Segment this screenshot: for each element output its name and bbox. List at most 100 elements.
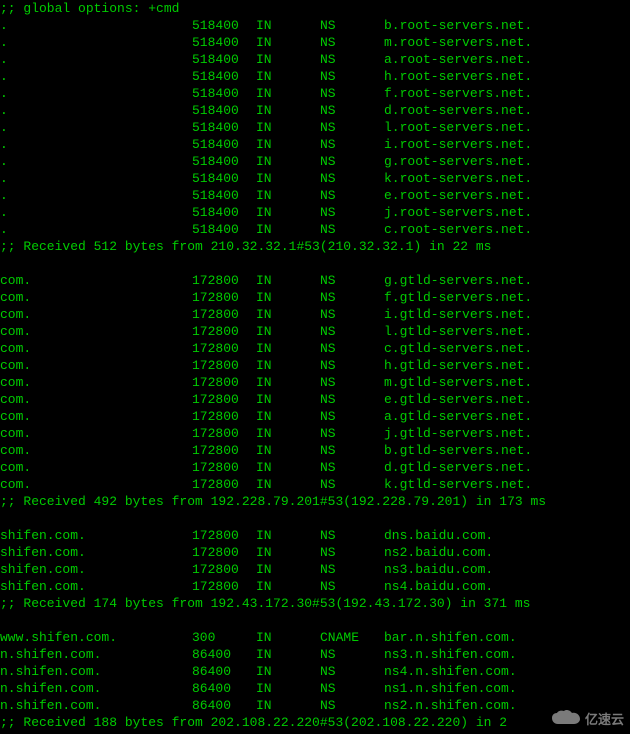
dns-record-row: com.172800INNSa.gtld-servers.net. [0,408,630,425]
dns-record-row: com.172800INNSl.gtld-servers.net. [0,323,630,340]
received-line: ;; Received 174 bytes from 192.43.172.30… [0,595,630,612]
record-name: shifen.com. [0,544,192,561]
dns-record-row: com.172800INNSh.gtld-servers.net. [0,357,630,374]
record-type: NS [320,476,384,493]
record-class: IN [256,119,320,136]
dig-header: ;; global options: +cmd [0,0,630,17]
record-data: l.gtld-servers.net. [384,323,630,340]
record-class: IN [256,136,320,153]
record-ttl: 518400 [192,102,256,119]
record-type: NS [320,374,384,391]
record-data: k.gtld-servers.net. [384,476,630,493]
dns-record-row: .518400INNSa.root-servers.net. [0,51,630,68]
record-ttl: 518400 [192,68,256,85]
terminal-output: ;; global options: +cmd.518400INNSb.root… [0,0,630,731]
record-name: . [0,85,192,102]
record-name: com. [0,459,192,476]
record-type: NS [320,170,384,187]
record-type: NS [320,646,384,663]
dns-record-row: com.172800INNSd.gtld-servers.net. [0,459,630,476]
record-type: NS [320,544,384,561]
record-data: m.root-servers.net. [384,34,630,51]
record-ttl: 518400 [192,85,256,102]
record-name: n.shifen.com. [0,697,192,714]
record-type: NS [320,187,384,204]
record-class: IN [256,221,320,238]
record-class: IN [256,34,320,51]
record-name: com. [0,442,192,459]
record-ttl: 172800 [192,374,256,391]
dns-record-row: .518400INNSm.root-servers.net. [0,34,630,51]
record-type: NS [320,459,384,476]
record-class: IN [256,425,320,442]
dns-record-row: com.172800INNSk.gtld-servers.net. [0,476,630,493]
record-name: . [0,204,192,221]
record-type: NS [320,51,384,68]
dns-record-row: .518400INNSh.root-servers.net. [0,68,630,85]
record-class: IN [256,697,320,714]
record-name: com. [0,323,192,340]
record-type: NS [320,221,384,238]
record-data: f.root-servers.net. [384,85,630,102]
record-data: dns.baidu.com. [384,527,630,544]
record-class: IN [256,578,320,595]
record-type: NS [320,442,384,459]
record-data: m.gtld-servers.net. [384,374,630,391]
record-name: . [0,17,192,34]
record-name: . [0,221,192,238]
record-data: l.root-servers.net. [384,119,630,136]
record-ttl: 518400 [192,136,256,153]
record-ttl: 518400 [192,119,256,136]
record-data: ns4.n.shifen.com. [384,663,630,680]
dns-record-row: .518400INNSg.root-servers.net. [0,153,630,170]
record-type: NS [320,578,384,595]
record-name: com. [0,272,192,289]
record-class: IN [256,374,320,391]
dns-record-row: .518400INNSd.root-servers.net. [0,102,630,119]
record-type: NS [320,306,384,323]
record-class: IN [256,544,320,561]
record-name: shifen.com. [0,561,192,578]
record-name: . [0,119,192,136]
dns-record-row: .518400INNSc.root-servers.net. [0,221,630,238]
record-type: NS [320,153,384,170]
dns-record-row: shifen.com.172800INNSdns.baidu.com. [0,527,630,544]
record-data: c.gtld-servers.net. [384,340,630,357]
record-name: com. [0,340,192,357]
record-class: IN [256,68,320,85]
record-name: com. [0,357,192,374]
dns-record-row: com.172800INNSe.gtld-servers.net. [0,391,630,408]
record-data: ns2.baidu.com. [384,544,630,561]
record-class: IN [256,51,320,68]
record-ttl: 172800 [192,340,256,357]
record-data: h.root-servers.net. [384,68,630,85]
record-type: NS [320,340,384,357]
record-ttl: 172800 [192,357,256,374]
record-name: . [0,136,192,153]
record-ttl: 172800 [192,272,256,289]
record-class: IN [256,85,320,102]
record-ttl: 172800 [192,289,256,306]
record-name: n.shifen.com. [0,663,192,680]
record-name: shifen.com. [0,578,192,595]
record-type: NS [320,136,384,153]
record-data: ns4.baidu.com. [384,578,630,595]
record-class: IN [256,680,320,697]
record-class: IN [256,204,320,221]
record-ttl: 518400 [192,34,256,51]
record-type: NS [320,323,384,340]
record-ttl: 172800 [192,527,256,544]
dns-record-row: .518400INNSk.root-servers.net. [0,170,630,187]
record-data: a.root-servers.net. [384,51,630,68]
dns-record-row: com.172800INNSc.gtld-servers.net. [0,340,630,357]
record-name: com. [0,374,192,391]
record-name: www.shifen.com. [0,629,192,646]
record-ttl: 172800 [192,544,256,561]
record-class: IN [256,663,320,680]
record-type: NS [320,68,384,85]
record-class: IN [256,272,320,289]
record-class: IN [256,323,320,340]
dns-record-row: .518400INNSi.root-servers.net. [0,136,630,153]
record-data: g.root-servers.net. [384,153,630,170]
record-ttl: 172800 [192,561,256,578]
